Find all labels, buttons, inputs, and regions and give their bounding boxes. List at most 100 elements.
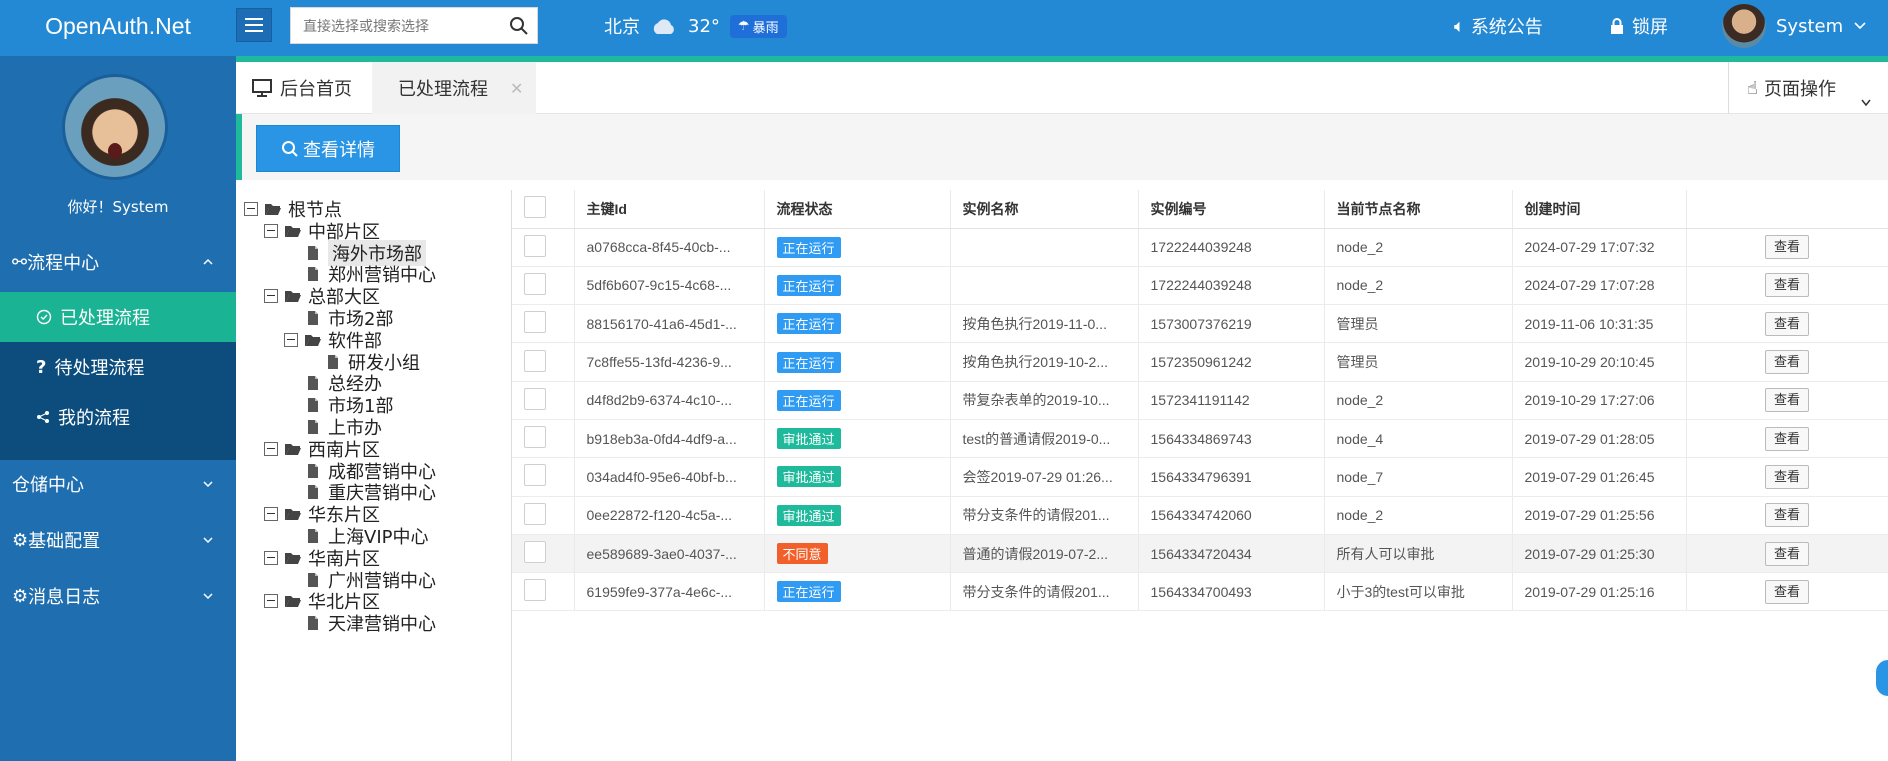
- monitor-icon: [252, 79, 272, 97]
- collapse-toggle-icon[interactable]: [264, 550, 278, 565]
- sidebar-group-log[interactable]: ⚙ 消息日志: [0, 572, 236, 620]
- system-notice-link[interactable]: 🔈︎ 系统公告: [1454, 0, 1543, 52]
- link-icon: ⚯: [12, 251, 28, 273]
- row-checkbox[interactable]: [524, 541, 546, 564]
- status-badge: 正在运行: [776, 236, 841, 258]
- view-detail-button[interactable]: 查看详情: [256, 125, 400, 172]
- search-icon[interactable]: [509, 16, 529, 36]
- table-row[interactable]: 88156170-41a6-45d1-... 正在运行 按角色执行2019-11-0…: [512, 304, 1888, 344]
- share-icon: [37, 411, 49, 423]
- cell-action: 查看: [1686, 381, 1888, 420]
- table-row[interactable]: d4f8d2b9-6374-4c10-... 正在运行 带复杂表单的2019-10.…: [512, 381, 1888, 420]
- user-name: System: [1776, 15, 1844, 37]
- column-header[interactable]: 主键Id: [574, 190, 765, 229]
- greeting: 你好！System: [67, 198, 169, 216]
- view-button[interactable]: 查看: [1765, 273, 1809, 298]
- view-button[interactable]: 查看: [1765, 541, 1809, 566]
- file-icon: [308, 616, 318, 631]
- row-checkbox[interactable]: [524, 387, 546, 410]
- column-header[interactable]: 当前节点名称: [1324, 190, 1513, 229]
- collapse-toggle-icon[interactable]: [264, 507, 278, 522]
- cell-action: 查看: [1686, 342, 1888, 382]
- collapse-toggle-icon[interactable]: [264, 289, 278, 304]
- tab-home[interactable]: 后台首页: [252, 62, 352, 114]
- view-button[interactable]: 查看: [1765, 388, 1809, 413]
- row-checkbox-cell: [512, 534, 575, 574]
- cell-time: 2019-07-29 01:26:45: [1512, 457, 1687, 497]
- search-input[interactable]: [291, 8, 501, 43]
- folder-open-icon: [285, 443, 301, 455]
- row-checkbox[interactable]: [524, 234, 546, 257]
- cell-id: 61959fe9-377a-4e6c-...: [574, 572, 765, 612]
- table-row[interactable]: 7c8ffe55-13fd-4236-9... 正在运行 按角色执行2019-10-…: [512, 342, 1888, 382]
- select-all-checkbox[interactable]: [524, 196, 546, 219]
- sidebar-item-processed[interactable]: 已处理流程: [0, 292, 236, 342]
- cell-status: 正在运行: [764, 381, 951, 420]
- sidebar-item-mine[interactable]: 我的流程: [0, 392, 236, 442]
- cell-node: node_2: [1324, 496, 1513, 535]
- column-header[interactable]: 实例编号: [1138, 190, 1325, 229]
- view-button[interactable]: 查看: [1765, 426, 1809, 451]
- sidebar-group-config[interactable]: ⚙ 基础配置: [0, 516, 236, 564]
- sidebar-group-flow[interactable]: ⚯ 流程中心: [0, 238, 236, 286]
- row-checkbox[interactable]: [524, 464, 546, 487]
- row-checkbox[interactable]: [524, 272, 546, 295]
- view-button[interactable]: 查看: [1765, 579, 1809, 604]
- view-button[interactable]: 查看: [1765, 350, 1809, 375]
- table-row[interactable]: 034ad4f0-95e6-40bf-b... 审批通过 会签2019-07-29 …: [512, 457, 1888, 497]
- row-checkbox[interactable]: [524, 502, 546, 525]
- row-checkbox-cell: [512, 228, 575, 267]
- row-checkbox[interactable]: [524, 426, 546, 449]
- tab-bar: 后台首页 已处理流程 ✕ ☝ 页面操作: [236, 62, 1888, 114]
- table-row[interactable]: 0ee22872-f120-4c5a-... 审批通过 带分支条件的请假201...…: [512, 496, 1888, 535]
- tab-processed[interactable]: 已处理流程 ✕: [372, 62, 536, 114]
- collapse-toggle-icon[interactable]: [264, 441, 278, 456]
- row-checkbox[interactable]: [524, 311, 546, 334]
- table-row[interactable]: 5df6b607-9c15-4c68-... 正在运行 1722244039248 n…: [512, 266, 1888, 306]
- collapse-toggle-icon[interactable]: [244, 202, 258, 216]
- table-row[interactable]: b918eb3a-0fd4-4df9-a... 审批通过 test的普通请假2019…: [512, 419, 1888, 459]
- cell-name: 按角色执行2019-10-2...: [950, 342, 1139, 382]
- close-icon[interactable]: ✕: [510, 79, 523, 98]
- folder-open-icon: [285, 291, 301, 303]
- cell-code: 1564334796391: [1138, 457, 1325, 497]
- cell-id: 034ad4f0-95e6-40bf-b...: [574, 457, 765, 497]
- collapse-toggle-icon[interactable]: [284, 332, 298, 347]
- cell-id: ee589689-3ae0-4037-...: [574, 534, 765, 574]
- view-button[interactable]: 查看: [1765, 503, 1809, 528]
- file-icon: [308, 398, 318, 413]
- cell-status: 审批通过: [764, 419, 951, 459]
- sidebar-item-pending[interactable]: ? 待处理流程: [0, 342, 236, 392]
- cell-status: 正在运行: [764, 228, 951, 267]
- collapse-toggle-icon[interactable]: [264, 223, 278, 238]
- page-ops-button[interactable]: ☝ 页面操作: [1728, 62, 1888, 114]
- column-header[interactable]: 流程状态: [764, 190, 951, 229]
- search-icon: [282, 140, 298, 157]
- view-button[interactable]: 查看: [1765, 464, 1809, 489]
- table-row[interactable]: 61959fe9-377a-4e6c-... 正在运行 带分支条件的请假201...…: [512, 572, 1888, 612]
- menu-toggle-button[interactable]: [236, 8, 272, 42]
- table-row[interactable]: ee589689-3ae0-4037-... 不同意 普通的请假2019-07-2.…: [512, 534, 1888, 574]
- lock-screen-link[interactable]: 锁屏: [1610, 0, 1668, 52]
- view-button[interactable]: 查看: [1765, 235, 1809, 260]
- float-help-button[interactable]: [1876, 660, 1888, 696]
- table-row[interactable]: a0768cca-8f45-40cb-... 正在运行 1722244039248 n…: [512, 228, 1888, 267]
- column-header[interactable]: 实例名称: [950, 190, 1139, 229]
- cell-action: 查看: [1686, 572, 1888, 612]
- file-icon: [308, 485, 318, 500]
- cell-node: node_2: [1324, 228, 1513, 267]
- tree-node[interactable]: 天津营销中心: [284, 610, 436, 636]
- user-menu[interactable]: System: [1722, 0, 1867, 52]
- cell-node: 管理员: [1324, 304, 1513, 344]
- status-badge: 审批通过: [776, 466, 841, 488]
- sidebar-group-warehouse[interactable]: 仓储中心: [0, 460, 236, 508]
- check-circle-icon: [36, 309, 52, 325]
- view-button[interactable]: 查看: [1765, 311, 1809, 336]
- cell-status: 正在运行: [764, 266, 951, 306]
- column-header[interactable]: 创建时间: [1512, 190, 1687, 229]
- row-checkbox-cell: [512, 266, 575, 306]
- row-checkbox[interactable]: [524, 579, 546, 602]
- row-checkbox[interactable]: [524, 349, 546, 372]
- collapse-toggle-icon[interactable]: [264, 594, 278, 609]
- app-logo[interactable]: OpenAuth.Net: [0, 0, 236, 56]
